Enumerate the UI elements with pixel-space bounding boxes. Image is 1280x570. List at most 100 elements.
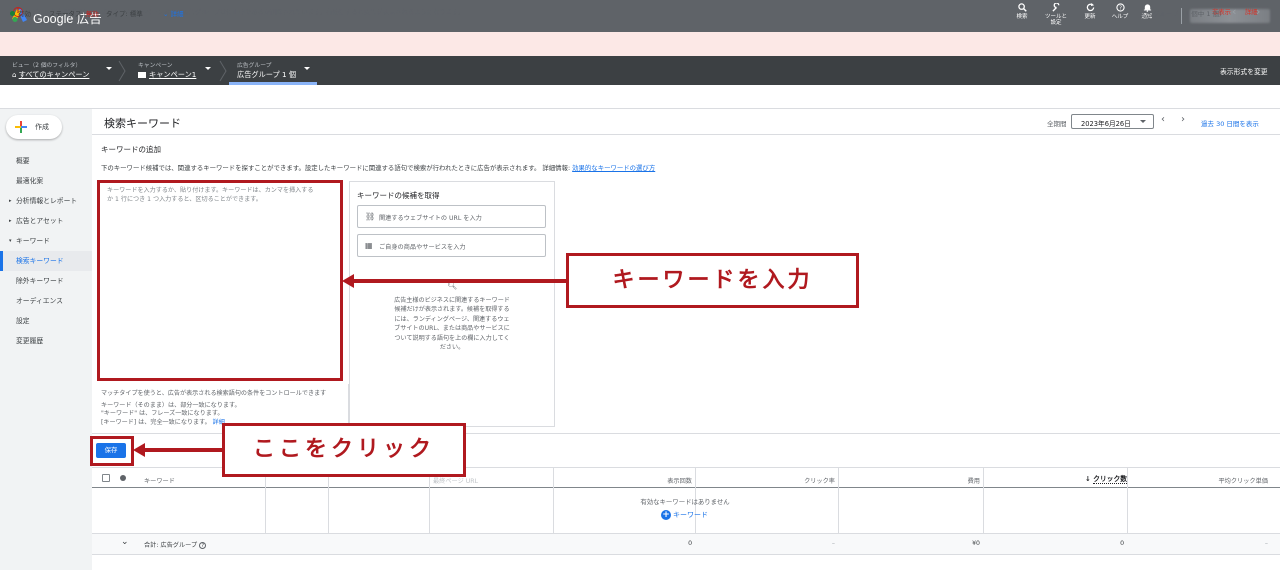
adgroup-selector[interactable]: 広告グループ 広告グループ 1 個: [237, 60, 296, 80]
total-clicks: 0: [1120, 540, 1124, 547]
sidebar: 作成 概要 最適化案 ▸ 分析情報とレポート ▸ 広告とアセット ▾ キーワード 検索…: [0, 109, 92, 570]
help-icon: ?: [1115, 3, 1125, 12]
adgroup-value: 広告グループ 1 個: [237, 70, 297, 79]
website-url-input[interactable]: ⛓ 関連するウェブサイトの URL を入力: [357, 205, 546, 228]
select-all-checkbox[interactable]: [102, 474, 110, 482]
website-url-placeholder: 関連するウェブサイトの URL を入力: [379, 215, 482, 222]
info-icon[interactable]: ?: [199, 542, 207, 549]
tools-settings-label: ツールと 設定: [1044, 14, 1067, 27]
tools-settings-button[interactable]: ツールと 設定: [1038, 3, 1074, 27]
search-icon: [1017, 3, 1027, 12]
sidebar-item-search-keywords[interactable]: 検索キーワード: [0, 251, 92, 271]
create-button[interactable]: 作成: [6, 115, 62, 139]
create-label: 作成: [35, 123, 49, 131]
expand-arrow-icon: ▸: [9, 198, 12, 204]
total-ctr: –: [831, 540, 835, 547]
sidebar-item-settings[interactable]: 設定: [0, 311, 92, 331]
description-text: 下のキーワード候補では、関連するキーワードを探すことができます。設定したキーワー…: [101, 164, 573, 172]
chevron-down-icon: ⌄: [163, 10, 171, 18]
campaign-selector[interactable]: キャンペーン キャンペーン1: [138, 60, 196, 80]
change-view-button[interactable]: 表示形式を変更: [1220, 66, 1268, 76]
click-here-callout: ここをクリック: [222, 423, 466, 477]
sidebar-item-ads-label: 広告とアセット: [16, 217, 64, 225]
match-type-help: マッチタイプを使うと、広告が表示される検索語句の条件をコントロールできます キー…: [101, 390, 326, 427]
sidebar-item-change-history[interactable]: 変更履歴: [0, 331, 92, 351]
header-keyword[interactable]: キーワード: [144, 476, 175, 485]
sidebar-item-overview[interactable]: 概要: [0, 151, 92, 171]
last-30-days-link[interactable]: 過去 30 日間を表示: [1201, 118, 1259, 128]
sidebar-item-audiences[interactable]: オーディエンス: [0, 291, 92, 311]
expand-chevron-icon[interactable]: ⌄: [121, 537, 129, 547]
annotation-arrow-line: [141, 448, 224, 452]
enabled-label: 有効: [18, 10, 31, 18]
status-label: ステータス:: [49, 10, 84, 18]
status-field: ステータス: 無効: [49, 8, 99, 18]
divider: [92, 134, 1280, 135]
header-ctr[interactable]: クリック率: [780, 476, 835, 485]
header-final-url[interactable]: 最終ページ URL: [433, 476, 478, 485]
suggestions-help-text: 広告主様のビジネスに関連するキーワード候補だけが表示されます。候補を取得するには…: [394, 297, 510, 352]
sidebar-item-insights[interactable]: ▸ 分析情報とレポート: [0, 191, 92, 211]
page-title: 検索キーワード: [104, 117, 181, 130]
keyword-area-highlight: [97, 180, 343, 381]
refresh-icon: [1086, 3, 1094, 12]
svg-text:?: ?: [1119, 6, 1122, 12]
sidebar-item-ads-assets[interactable]: ▸ 広告とアセット: [0, 211, 92, 231]
add-keywords-description: 下のキーワード候補では、関連するキーワードを探すことができます。設定したキーワー…: [101, 163, 655, 172]
header-avg-cpc[interactable]: 平均クリック単価: [1200, 476, 1269, 485]
breadcrumb-chevron-icon: [219, 60, 227, 82]
enabled-dot-icon: [10, 11, 15, 16]
alert-banner: [0, 32, 1280, 56]
total-impressions: 0: [688, 540, 692, 547]
collapse-arrow-icon: ▾: [9, 238, 12, 244]
sidebar-item-negative-keywords[interactable]: 除外キーワード: [0, 271, 92, 291]
header-clicks[interactable]: ↓ クリック数: [1085, 473, 1128, 484]
breadcrumb-chevron-icon: [118, 60, 126, 82]
add-circle-icon: +: [661, 510, 671, 520]
save-button-highlight: [90, 436, 134, 466]
link-icon: ⛓: [365, 212, 376, 221]
sidebar-item-keywords[interactable]: ▾ キーワード: [0, 231, 92, 251]
prev-adgroup-chevron-icon[interactable]: ‹: [1232, 5, 1236, 18]
view-filter-selector[interactable]: ビュー（2 個のフィルタ） ⌂ すべてのキャンペーン: [12, 60, 89, 80]
help-label: ヘルプ: [1111, 14, 1129, 20]
next-period-chevron-icon[interactable]: ›: [1181, 114, 1185, 125]
period-label: 全期間: [1047, 120, 1067, 128]
adgroup-count: 広告グループ（1 個中 1 個）: [1140, 10, 1226, 18]
view-filter-label: ビュー（2 個のフィルタ）: [12, 63, 82, 69]
total-cost: ¥0: [972, 540, 980, 547]
details-toggle[interactable]: ⌄ 詳細: [163, 8, 184, 18]
annotation-arrow-head-icon: [342, 274, 354, 288]
product-service-input[interactable]: ▦ ご自身の商品やサービスを入力: [357, 234, 546, 257]
add-keyword-button[interactable]: + キーワード: [661, 510, 708, 520]
total-label: 合計: 広告グループ: [144, 542, 198, 549]
sort-down-arrow-icon: ↓: [1085, 475, 1094, 483]
details-toggle-label: 詳細: [170, 10, 184, 18]
search-tool-button[interactable]: 検索: [1004, 3, 1040, 20]
view-dropdown-caret-icon[interactable]: [106, 67, 112, 70]
enter-keyword-callout: キーワードを入力: [566, 253, 859, 308]
product-service-placeholder: ご自身の商品やサービスを入力: [379, 244, 466, 251]
header-cost[interactable]: 費用: [940, 476, 980, 485]
sidebar-item-recommendations[interactable]: 最適化案: [0, 171, 92, 191]
date-dropdown-caret-icon[interactable]: [1140, 120, 1146, 123]
next-adgroup-chevron-icon[interactable]: ›: [1256, 5, 1260, 18]
match-type-line: [キーワード] は、完全一致になります。: [101, 418, 211, 426]
keyword-tips-link[interactable]: 効果的なキーワードの選び方: [572, 164, 655, 172]
status-bar: [0, 85, 1280, 109]
divider: [348, 384, 349, 426]
status-value: 無効: [85, 10, 99, 18]
prev-period-chevron-icon[interactable]: ‹: [1161, 114, 1165, 125]
campaign-label: キャンペーン: [138, 63, 173, 69]
empty-table-message: 有効なキーワードはありません: [640, 498, 730, 506]
wrench-icon: [1051, 3, 1059, 12]
add-keyword-label: キーワード: [673, 511, 708, 519]
plus-icon: [15, 121, 27, 133]
annotation-arrow-line: [350, 279, 568, 283]
adgroup-label: 広告グループ: [237, 63, 272, 69]
campaign-dropdown-caret-icon[interactable]: [205, 67, 211, 70]
adgroup-dropdown-caret-icon[interactable]: [304, 67, 310, 70]
header-impressions[interactable]: 表示回数: [640, 476, 692, 485]
campaign-value: キャンペーン1: [149, 70, 197, 79]
annotation-arrow-head-icon: [133, 443, 145, 457]
